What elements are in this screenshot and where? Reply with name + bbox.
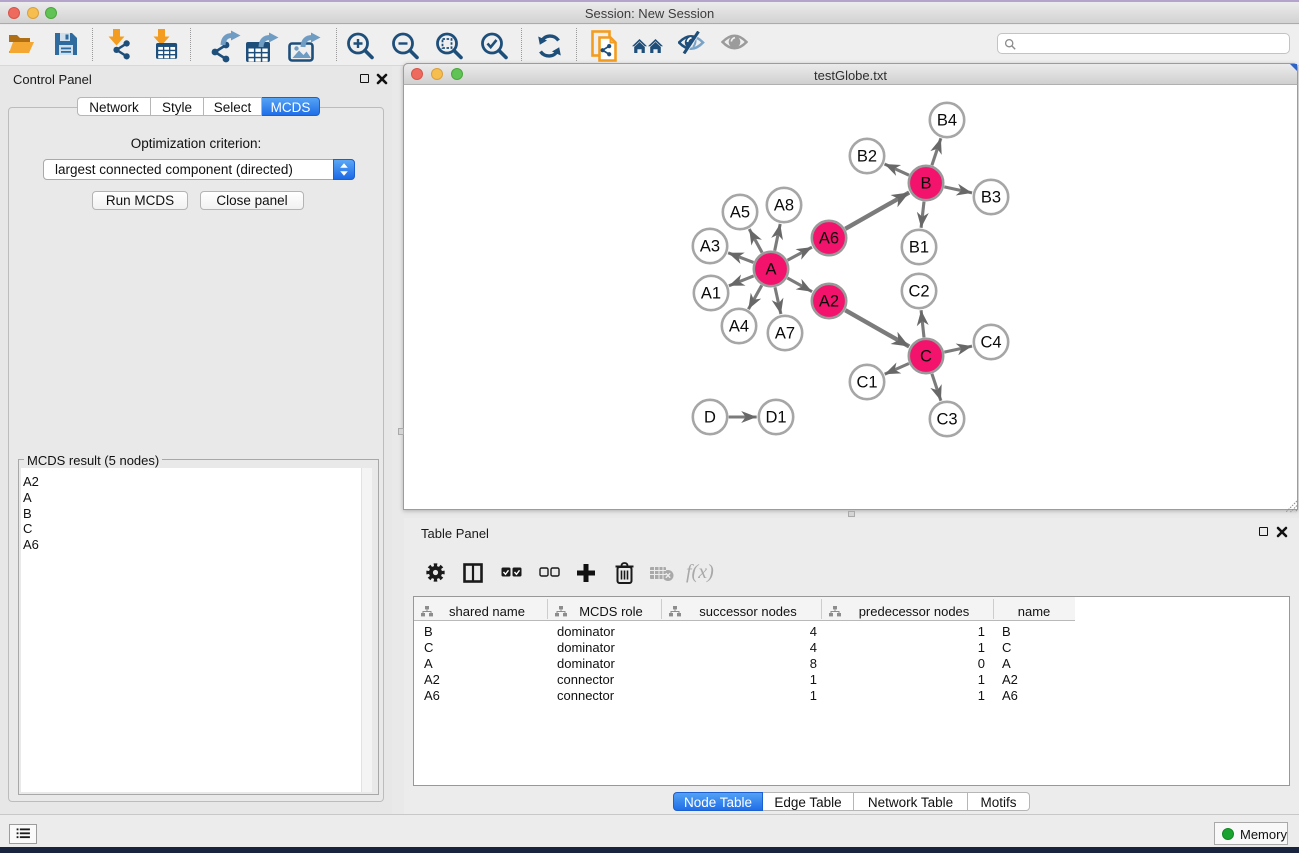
svg-text:A4: A4 — [729, 318, 749, 336]
svg-text:C3: C3 — [936, 411, 957, 429]
svg-text:A6: A6 — [819, 230, 839, 248]
svg-text:B4: B4 — [937, 112, 957, 130]
svg-text:B3: B3 — [981, 189, 1001, 207]
svg-text:A8: A8 — [774, 197, 794, 215]
svg-text:C2: C2 — [908, 283, 929, 301]
svg-text:A2: A2 — [819, 293, 839, 311]
svg-text:B2: B2 — [857, 148, 877, 166]
svg-text:D: D — [704, 409, 716, 427]
svg-text:C4: C4 — [980, 334, 1001, 352]
svg-text:B1: B1 — [909, 239, 929, 257]
svg-text:C: C — [920, 348, 932, 366]
svg-text:C1: C1 — [856, 374, 877, 392]
svg-text:A: A — [765, 261, 776, 279]
svg-text:D1: D1 — [765, 409, 786, 427]
svg-text:A1: A1 — [701, 285, 721, 303]
svg-text:B: B — [920, 175, 931, 193]
svg-text:A7: A7 — [775, 325, 795, 343]
svg-text:A5: A5 — [730, 204, 750, 222]
svg-text:A3: A3 — [700, 238, 720, 256]
